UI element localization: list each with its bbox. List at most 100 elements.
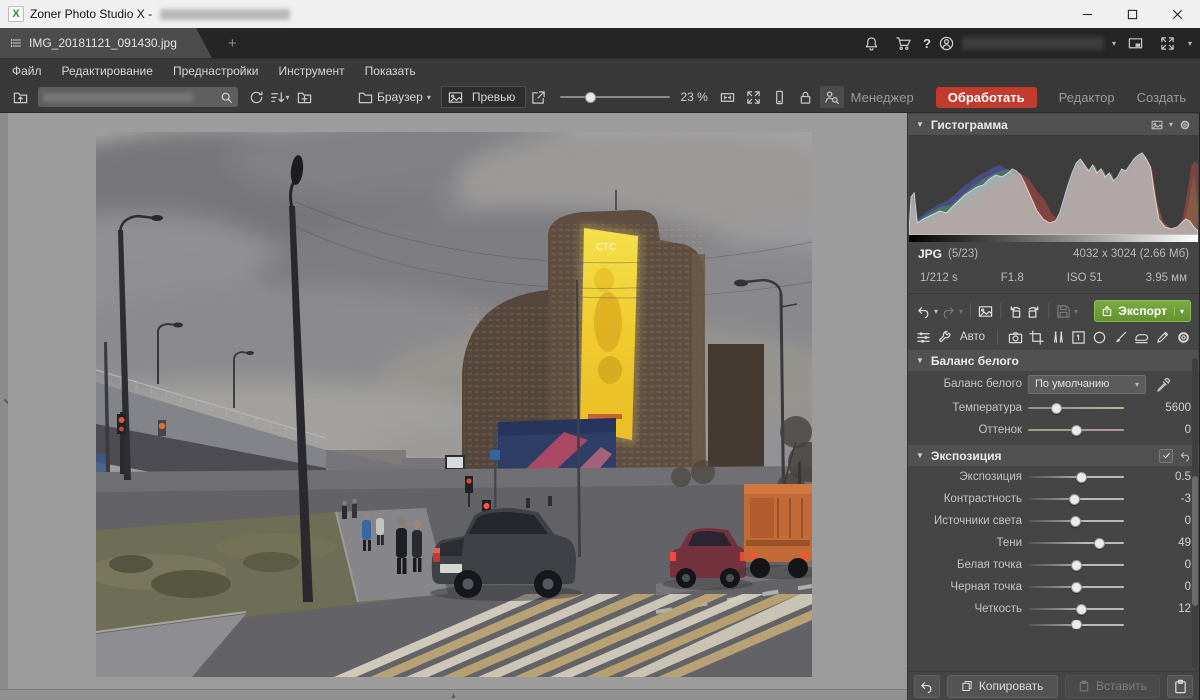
redo-icon[interactable] (941, 304, 956, 319)
second-display-button[interactable] (1124, 32, 1148, 54)
browser-label[interactable]: Браузер (377, 90, 423, 104)
device-preview-button[interactable] (768, 86, 792, 108)
histogram-display-icon[interactable] (1151, 119, 1163, 131)
sort-button[interactable]: ▾ (268, 86, 292, 108)
panel-scrollbar[interactable] (1192, 358, 1198, 668)
mode-manager[interactable]: Менеджер (851, 90, 914, 105)
collapse-triangle-icon[interactable]: ▼ (916, 356, 924, 365)
maximize-button[interactable] (1110, 0, 1155, 28)
reset-undo-button[interactable] (914, 675, 940, 698)
compare-image-icon[interactable] (978, 304, 993, 319)
path-search-input[interactable] (38, 87, 238, 107)
slider-handle[interactable] (1069, 494, 1080, 505)
temperature-slider[interactable] (1028, 407, 1124, 409)
retouch-pen-icon[interactable] (1155, 330, 1170, 345)
contrast-slider[interactable] (1028, 498, 1124, 500)
frame-tool-icon[interactable] (1071, 330, 1086, 345)
exposure-enabled-checkbox[interactable] (1159, 449, 1173, 463)
fullscreen-button[interactable] (1156, 32, 1180, 54)
partial-slider[interactable] (1028, 624, 1124, 626)
exposure-header[interactable]: ▼ Экспозиция (908, 445, 1199, 466)
collapse-triangle-icon[interactable]: ▼ (916, 120, 924, 129)
browser-chevron-down-icon[interactable]: ▾ (427, 93, 431, 102)
slider-handle[interactable] (1076, 604, 1087, 615)
save-icon[interactable] (1056, 304, 1071, 319)
slider-handle[interactable] (1094, 538, 1105, 549)
rotate-left-icon[interactable] (1008, 304, 1023, 319)
brush-icon[interactable] (1113, 330, 1128, 345)
zoom-slider-handle[interactable] (585, 92, 596, 103)
auto-enhance-button[interactable]: Авто (960, 331, 985, 343)
histogram-settings-gear-icon[interactable] (1179, 119, 1191, 131)
slider-handle[interactable] (1076, 472, 1087, 483)
lights-slider[interactable] (1028, 520, 1124, 522)
redo-chevron-down-icon[interactable]: ▾ (959, 307, 963, 316)
notifications-button[interactable] (859, 32, 883, 54)
fullscreen-view-button[interactable] (742, 86, 766, 108)
paste-settings-button[interactable]: Вставить (1065, 675, 1161, 698)
histogram-header[interactable]: ▼ Гистограмма ▾ (908, 114, 1199, 135)
shadows-slider[interactable] (1028, 542, 1124, 544)
eyedropper-icon[interactable] (1156, 377, 1171, 392)
export-button[interactable]: Экспорт ▾ (1094, 300, 1191, 322)
copy-settings-button[interactable]: Копировать (947, 675, 1058, 698)
menu-show[interactable]: Показать (365, 64, 416, 78)
menu-tool[interactable]: Инструмент (278, 64, 344, 78)
slider-handle[interactable] (1070, 516, 1081, 527)
healing-icon[interactable] (1134, 330, 1149, 345)
new-folder-button[interactable] (292, 86, 316, 108)
settings-gear-icon[interactable] (1176, 330, 1191, 345)
tab-image[interactable]: IMG_20181121_091430.jpg (0, 28, 218, 58)
store-button[interactable] (891, 32, 915, 54)
lock-zoom-button[interactable] (794, 86, 818, 108)
preview-button[interactable]: Превью (441, 86, 527, 108)
clarity-slider[interactable] (1028, 608, 1124, 610)
undo-chevron-down-icon[interactable]: ▾ (934, 307, 938, 316)
close-button[interactable] (1155, 0, 1200, 28)
export-chevron-down-icon[interactable]: ▾ (1174, 307, 1184, 316)
photo-preview[interactable]: СТС (96, 132, 812, 677)
clipboard-button[interactable] (1167, 675, 1193, 698)
histogram-chevron-down-icon[interactable]: ▾ (1169, 120, 1173, 129)
undo-icon[interactable] (916, 304, 931, 319)
white-balance-header[interactable]: ▼ Баланс белого (908, 350, 1199, 371)
menu-presets[interactable]: Преднастройки (173, 64, 259, 78)
white-balance-dropdown[interactable]: По умолчанию ▾ (1028, 375, 1146, 394)
help-button[interactable]: ? (923, 36, 931, 51)
sort-chevron-down-icon[interactable]: ▾ (285, 93, 289, 102)
camera-icon[interactable] (1008, 330, 1023, 345)
filmstrip-toggle[interactable]: ▴ (0, 689, 907, 700)
refresh-button[interactable] (244, 86, 268, 108)
quick-fix-wrench-icon[interactable] (937, 330, 952, 345)
radial-filter-icon[interactable] (1092, 330, 1107, 345)
zoom-slider[interactable] (560, 96, 670, 98)
zoom-lock-button[interactable] (820, 86, 844, 108)
adjustments-sliders-icon[interactable] (916, 330, 931, 345)
fit-to-screen-button[interactable] (716, 86, 740, 108)
slider-handle[interactable] (1071, 425, 1082, 436)
rotate-right-icon[interactable] (1026, 304, 1041, 319)
account-chevron-down-icon[interactable]: ▾ (1112, 39, 1116, 48)
slider-handle[interactable] (1051, 403, 1062, 414)
left-panel-expander[interactable] (0, 113, 8, 689)
minimize-button[interactable] (1065, 0, 1110, 28)
tint-slider[interactable] (1028, 429, 1124, 431)
straighten-icon[interactable] (1050, 330, 1065, 345)
detach-preview-button[interactable] (526, 86, 550, 108)
fullscreen-chevron-down-icon[interactable]: ▾ (1188, 39, 1192, 48)
slider-handle[interactable] (1071, 582, 1082, 593)
crop-icon[interactable] (1029, 330, 1044, 345)
exposure-reset-undo-icon[interactable] (1179, 450, 1191, 462)
mode-editor[interactable]: Редактор (1059, 90, 1115, 105)
account-icon[interactable] (939, 36, 954, 51)
exposure-slider[interactable] (1028, 476, 1124, 478)
black-point-slider[interactable] (1028, 586, 1124, 588)
save-chevron-down-icon[interactable]: ▾ (1074, 307, 1078, 316)
slider-handle[interactable] (1071, 560, 1082, 571)
new-tab-button[interactable]: + (218, 28, 247, 58)
panel-scrollbar-thumb[interactable] (1192, 476, 1198, 606)
mode-develop[interactable]: Обработать (936, 87, 1037, 108)
collapse-triangle-icon[interactable]: ▼ (916, 451, 924, 460)
white-point-slider[interactable] (1028, 564, 1124, 566)
folder-up-button[interactable] (8, 86, 32, 108)
